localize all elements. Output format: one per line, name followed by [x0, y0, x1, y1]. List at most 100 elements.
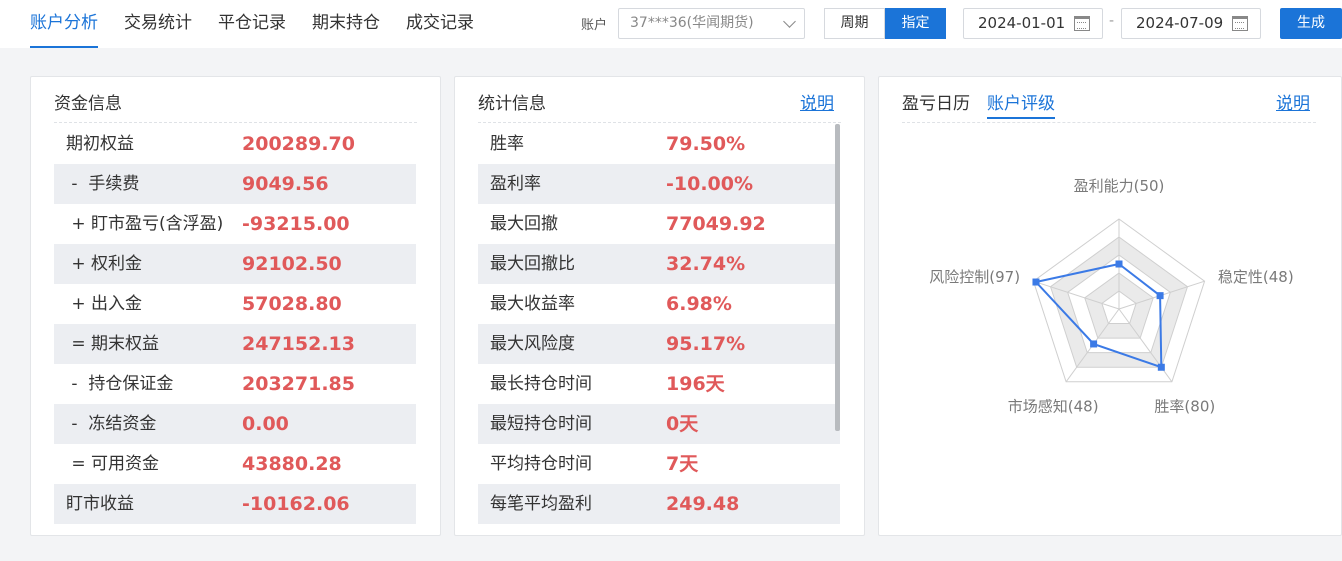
radar-point — [1157, 363, 1165, 371]
radar-chart: 盈利能力(50) 稳定性(48) 胜率(80) 市场感知(48) 风险控制(97) — [929, 177, 1294, 416]
row-label: 盈利率 — [490, 174, 541, 194]
table-row: 盈利率 -10.00% — [478, 164, 840, 204]
stats-scrollbar[interactable] — [835, 124, 840, 431]
table-row: 平均持仓时间 7天 — [478, 444, 840, 484]
row-value: 77049.92 — [666, 213, 766, 235]
stats-panel-title: 统计信息 — [478, 94, 546, 114]
row-value: -93215.00 — [242, 213, 350, 235]
generate-button[interactable]: 生成 — [1280, 8, 1342, 39]
date-separator: - — [1109, 13, 1115, 29]
account-label: 账户 — [581, 18, 608, 33]
row-value: 6.98% — [666, 293, 732, 315]
table-row: 每笔平均盈利 249.48 — [478, 484, 840, 524]
mode-custom-button[interactable]: 指定 — [885, 8, 946, 39]
row-value: 79.50% — [666, 133, 746, 155]
top-bar: 账户分析 交易统计 平仓记录 期末持仓 成交记录 账户 37***36(华闻期货… — [0, 0, 1342, 48]
tab-end-positions[interactable]: 期末持仓 — [312, 0, 380, 48]
row-label: + 出入金 — [66, 294, 143, 314]
row-label: + 权利金 — [66, 254, 143, 274]
row-label: 最大风险度 — [490, 334, 575, 354]
table-row: 最大收益率 6.98% — [478, 284, 840, 324]
table-row: - 持仓保证金 203271.85 — [54, 364, 416, 404]
radar-axis-label: 胜率(80) — [1154, 398, 1215, 416]
funds-table: 期初权益 200289.70 - 手续费 9049.56 + 盯市盈亏(含浮盈) -9… — [54, 124, 416, 524]
table-row: 最大风险度 95.17% — [478, 324, 840, 364]
row-value: 43880.28 — [242, 453, 342, 475]
table-row: 胜率 79.50% — [478, 124, 840, 164]
table-row: + 盯市盈亏(含浮盈) -93215.00 — [54, 204, 416, 244]
tab-close-records[interactable]: 平仓记录 — [218, 0, 286, 48]
row-value: 57028.80 — [242, 293, 342, 315]
row-label: 平均持仓时间 — [490, 454, 592, 474]
row-label: - 冻结资金 — [66, 414, 157, 434]
table-row: - 冻结资金 0.00 — [54, 404, 416, 444]
stats-table: 胜率 79.50% 盈利率 -10.00% 最大回撤 77049.92 最大回撤比 32… — [478, 124, 840, 524]
row-value: 200289.70 — [242, 133, 355, 155]
row-value: 0天 — [666, 413, 699, 435]
end-date-field[interactable]: 2024-07-09 — [1121, 8, 1261, 39]
account-select[interactable]: 37***36(华闻期货) — [618, 8, 805, 39]
row-label: = 可用资金 — [66, 454, 160, 474]
row-value: 9049.56 — [242, 173, 329, 195]
period-mode-toggle: 周期 指定 — [824, 8, 946, 39]
table-row: 最长持仓时间 196天 — [478, 364, 840, 404]
row-value: 196天 — [666, 373, 725, 395]
row-value: 203271.85 — [242, 373, 355, 395]
table-row: 最大回撤比 32.74% — [478, 244, 840, 284]
account-select-value: 37***36(华闻期货) — [630, 15, 754, 31]
start-date-value: 2024-01-01 — [978, 14, 1066, 32]
radar-point — [1115, 260, 1123, 268]
row-label: 最大回撤比 — [490, 254, 575, 274]
calendar-icon — [1232, 16, 1248, 31]
radar-axis-label: 稳定性(48) — [1218, 268, 1294, 286]
start-date-field[interactable]: 2024-01-01 — [963, 8, 1103, 39]
row-value: 247152.13 — [242, 333, 355, 355]
table-row: 最短持仓时间 0天 — [478, 404, 840, 444]
rating-panel: 盈亏日历 账户评级 说明 盈利能力(50) 稳定性(48) 胜率(80) 市场感知(4… — [878, 76, 1342, 536]
main-nav: 账户分析 交易统计 平仓记录 期末持仓 成交记录 — [30, 0, 500, 48]
funds-panel-title: 资金信息 — [54, 94, 122, 114]
row-label: 胜率 — [490, 134, 524, 154]
row-label: + 盯市盈亏(含浮盈) — [66, 214, 224, 234]
radar-point — [1032, 278, 1040, 286]
table-row: 期初权益 200289.70 — [54, 124, 416, 164]
row-value: 95.17% — [666, 333, 746, 355]
row-label: 最大回撤 — [490, 214, 558, 234]
radar-point — [1090, 340, 1098, 348]
table-row: 最大回撤 77049.92 — [478, 204, 840, 244]
tab-trade-statistics[interactable]: 交易统计 — [124, 0, 192, 48]
row-label: 每笔平均盈利 — [490, 494, 592, 514]
row-value: 249.48 — [666, 493, 740, 515]
chevron-down-icon — [783, 15, 796, 28]
radar-point — [1156, 292, 1164, 300]
row-value: 0.00 — [242, 413, 289, 435]
end-date-value: 2024-07-09 — [1136, 14, 1224, 32]
divider — [478, 122, 841, 123]
row-label: - 手续费 — [66, 174, 140, 194]
row-label: - 持仓保证金 — [66, 374, 174, 394]
tab-trade-records[interactable]: 成交记录 — [406, 0, 474, 48]
row-label: 最大收益率 — [490, 294, 575, 314]
table-row: + 出入金 57028.80 — [54, 284, 416, 324]
row-value: -10162.06 — [242, 493, 350, 515]
row-value: -10.00% — [666, 173, 754, 195]
row-label: 最短持仓时间 — [490, 414, 592, 434]
table-row: + 权利金 92102.50 — [54, 244, 416, 284]
radar-axis-label: 市场感知(48) — [1008, 398, 1099, 416]
tab-account-analysis[interactable]: 账户分析 — [30, 0, 98, 48]
table-row: = 可用资金 43880.28 — [54, 444, 416, 484]
stats-panel: 统计信息 说明 胜率 79.50% 盈利率 -10.00% 最大回撤 77049.92… — [454, 76, 865, 536]
row-value: 7天 — [666, 453, 699, 475]
row-label: = 期末权益 — [66, 334, 160, 354]
divider — [54, 122, 417, 123]
table-row: 盯市收益 -10162.06 — [54, 484, 416, 524]
row-label: 盯市收益 — [66, 494, 134, 514]
calendar-icon — [1074, 16, 1090, 31]
radar-axis-label: 盈利能力(50) — [1074, 177, 1165, 195]
stats-help-link[interactable]: 说明 — [800, 89, 834, 114]
mode-week-button[interactable]: 周期 — [824, 8, 885, 39]
table-row: - 手续费 9049.56 — [54, 164, 416, 204]
row-label: 期初权益 — [66, 134, 134, 154]
table-row: = 期末权益 247152.13 — [54, 324, 416, 364]
funds-panel: 资金信息 期初权益 200289.70 - 手续费 9049.56 + 盯市盈亏(含… — [30, 76, 441, 536]
